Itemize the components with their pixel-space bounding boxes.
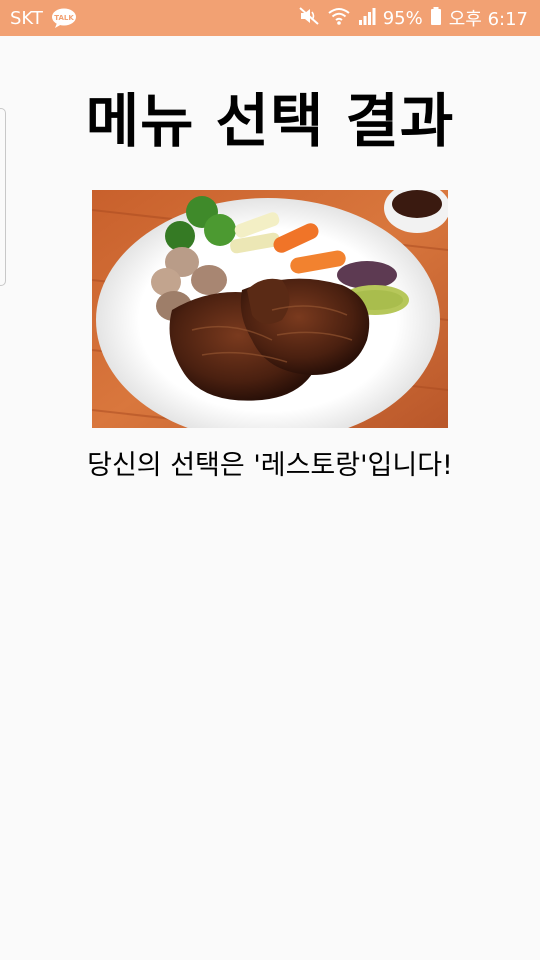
signal-icon [358, 6, 376, 31]
status-bar: SKT TALK 95% 오후 6:17 [0, 0, 540, 36]
status-right: 95% 오후 6:17 [298, 5, 528, 31]
battery-icon [430, 6, 442, 31]
status-left: SKT TALK [10, 8, 77, 29]
page-title: 메뉴 선택 결과 [85, 87, 455, 155]
mute-icon [298, 6, 320, 31]
svg-text:TALK: TALK [54, 14, 74, 22]
result-text: 당신의 선택은 '레스토랑'입니다! [87, 450, 453, 481]
food-image [92, 190, 448, 428]
carrier-label: SKT [10, 7, 43, 29]
clock: 오후 6:17 [448, 9, 528, 30]
wifi-icon [327, 6, 351, 31]
battery-percent: 95% [382, 7, 423, 29]
talk-icon: TALK [51, 8, 77, 28]
